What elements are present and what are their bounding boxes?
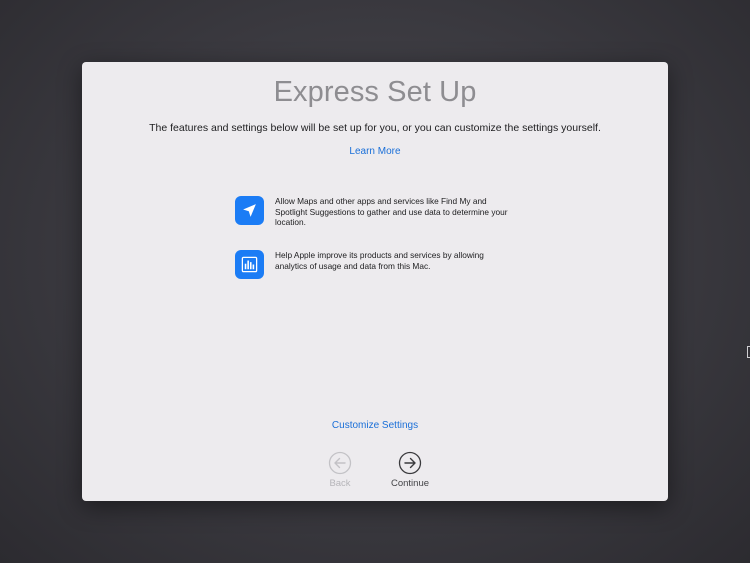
feature-location-text: Allow Maps and other apps and services l… bbox=[275, 196, 508, 227]
page-title: Express Set Up bbox=[273, 76, 477, 108]
feature-analytics-text: Help Apple improve its products and serv… bbox=[275, 250, 484, 271]
back-button[interactable]: Back bbox=[310, 451, 370, 489]
continue-arrow-icon bbox=[398, 451, 422, 475]
learn-more-link[interactable]: Learn More bbox=[82, 146, 668, 157]
location-arrow-icon bbox=[235, 196, 264, 225]
setup-dialog: Express Set Up The features and settings… bbox=[82, 62, 668, 501]
back-arrow-icon bbox=[328, 451, 352, 475]
page-subtitle: The features and settings below will be … bbox=[149, 122, 601, 134]
analytics-chart-icon bbox=[235, 250, 264, 279]
continue-button[interactable]: Continue bbox=[380, 451, 440, 489]
back-label: Back bbox=[329, 478, 351, 489]
continue-label: Continue bbox=[390, 478, 430, 489]
customize-settings-link[interactable]: Customize Settings bbox=[82, 420, 668, 431]
